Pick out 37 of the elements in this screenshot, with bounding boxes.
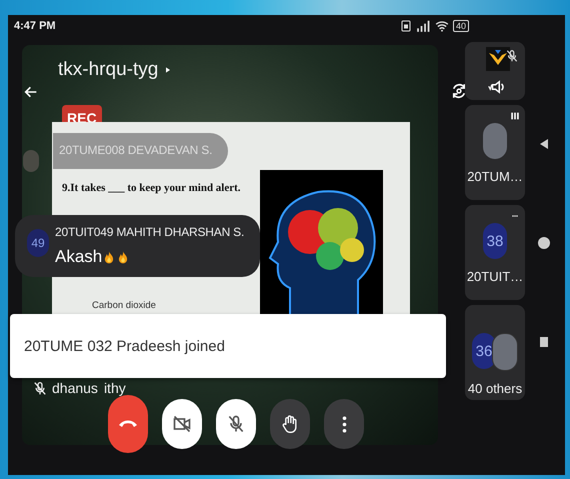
switch-camera-icon[interactable] [450, 82, 468, 100]
message-text: Akash [55, 247, 102, 267]
sender-name: 20TUIT049 MAHITH DHARSHAN S. [55, 225, 244, 239]
back-arrow-icon[interactable] [23, 84, 39, 100]
presenter-name: ithy [104, 380, 126, 396]
more-icon [342, 416, 346, 432]
avatar-photo-placeholder [483, 123, 507, 159]
participant-name: 40 others [468, 381, 522, 396]
participant-name: 20TUM… [467, 169, 523, 184]
meeting-code[interactable]: tkx-hrqu-tyg [58, 59, 158, 81]
avatar: 38 [483, 223, 507, 259]
logo-icon [486, 44, 510, 74]
presenter-name: dhanus [52, 380, 98, 396]
mic-off-icon [226, 414, 246, 434]
participant-tile[interactable] [465, 42, 525, 100]
wifi-icon [434, 19, 450, 33]
participant-name: 20TUIT… [466, 269, 524, 284]
avatar-photo-placeholder [492, 333, 518, 371]
answer-option: Carbon dioxide [92, 300, 156, 311]
back-icon[interactable] [538, 137, 550, 151]
participant-tile[interactable]: 20TUM… [465, 105, 525, 200]
participant-tile[interactable]: 36 40 others [465, 305, 525, 400]
home-icon[interactable] [536, 235, 552, 251]
avatar: 49 [27, 229, 49, 257]
clock-time: 4:47 PM [14, 20, 56, 32]
camera-off-icon [172, 414, 192, 434]
phone-icon [119, 420, 137, 428]
join-notification: 20TUME 032 Pradeesh joined [10, 314, 446, 378]
battery-level: 40 [452, 20, 469, 32]
recents-icon[interactable] [538, 335, 550, 349]
end-call-button[interactable] [108, 395, 148, 453]
signal-icon [414, 19, 431, 33]
participant-tile[interactable]: 38 20TUIT… [465, 205, 525, 300]
sim-icon [400, 19, 412, 33]
sender-name: 20TUME008 DEVADEVAN S. [59, 143, 212, 157]
slide-question: 9.It takes ___ to keep your mind alert. [62, 182, 241, 194]
avatar: 36 [472, 333, 496, 369]
